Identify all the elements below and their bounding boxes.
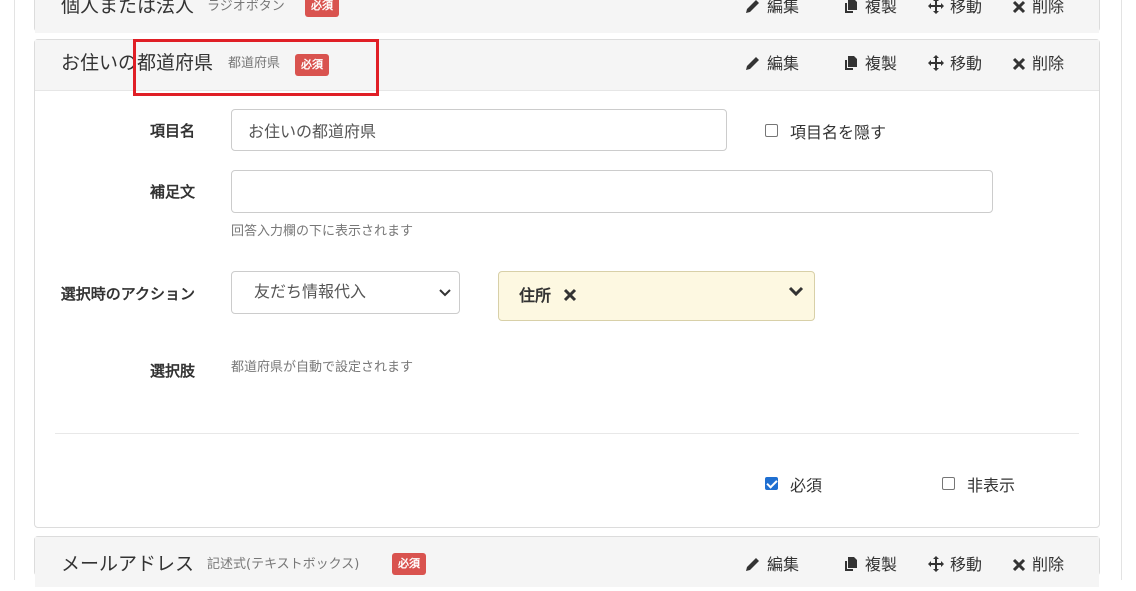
- action-label: 選択時のアクション: [60, 285, 195, 303]
- delete-button[interactable]: 削除: [1012, 40, 1064, 90]
- next-item-header: メールアドレス 記述式(テキストボックス) 必須 編集 複製 移動 削除: [35, 537, 1099, 587]
- duplicate-button[interactable]: 複製: [843, 40, 897, 90]
- hide-name-label: 項目名を隠す: [790, 123, 887, 142]
- close-icon: [1012, 558, 1026, 572]
- move-icon: [928, 556, 944, 572]
- prev-item-header: 個人または法人 ラジオボタン 必須 編集 複製 移動 削除: [35, 0, 1099, 33]
- pencil-icon: [746, 0, 759, 13]
- action-target-select[interactable]: 住所: [498, 271, 815, 321]
- chevron-down-icon: [788, 286, 804, 296]
- choices-label: 選択肢: [149, 362, 195, 380]
- next-item-required-badge: 必須: [392, 553, 426, 575]
- hidden-label: 非表示: [967, 476, 1016, 495]
- hidden-checkbox[interactable]: [942, 477, 955, 490]
- move-button[interactable]: 移動: [928, 40, 982, 90]
- chevron-down-icon: [439, 289, 451, 297]
- item-name-input[interactable]: [231, 109, 727, 151]
- form-divider: [55, 433, 1079, 434]
- prev-item-title: 個人または法人: [61, 0, 195, 17]
- prev-item-type: ラジオボタン: [207, 0, 285, 14]
- action-target-tag-label: 住所: [519, 286, 552, 305]
- highlight-box: [133, 39, 379, 96]
- next-item-panel: メールアドレス 記述式(テキストボックス) 必須 編集 複製 移動 削除: [34, 536, 1100, 587]
- item-name-label: 項目名: [149, 122, 195, 140]
- action-target-tag: 住所: [519, 272, 577, 320]
- prev-duplicate-button[interactable]: 複製: [843, 0, 897, 33]
- action-select[interactable]: 友だち情報代入: [231, 271, 460, 314]
- next-edit-button[interactable]: 編集: [745, 541, 799, 591]
- prev-move-button[interactable]: 移動: [928, 0, 982, 33]
- item-panel: お住いの都道府県 都道府県 必須 編集 複製 移動 削除 項目名 項目名を隠す …: [34, 39, 1100, 528]
- edit-button[interactable]: 編集: [745, 40, 799, 90]
- next-duplicate-button[interactable]: 複製: [843, 541, 897, 591]
- copy-icon: [845, 0, 857, 13]
- copy-icon: [845, 557, 857, 571]
- close-icon[interactable]: [563, 288, 577, 302]
- choices-help: 都道府県が自動で設定されます: [231, 360, 414, 375]
- prev-edit-button[interactable]: 編集: [745, 0, 799, 33]
- next-item-type: 記述式(テキストボックス): [207, 557, 360, 572]
- close-icon: [1012, 57, 1026, 71]
- close-icon: [1012, 0, 1026, 14]
- pencil-icon: [746, 558, 759, 571]
- prev-item-required-badge: 必須: [305, 0, 339, 17]
- move-icon: [928, 55, 944, 71]
- move-icon: [928, 0, 944, 14]
- required-label: 必須: [790, 476, 823, 495]
- next-move-button[interactable]: 移動: [928, 541, 982, 591]
- prev-item-panel: 個人または法人 ラジオボタン 必須 編集 複製 移動 削除: [34, 0, 1100, 33]
- note-help: 回答入力欄の下に表示されます: [231, 224, 414, 239]
- pencil-icon: [746, 57, 759, 70]
- note-label: 補足文: [149, 183, 195, 201]
- copy-icon: [845, 56, 857, 70]
- next-delete-button[interactable]: 削除: [1012, 541, 1064, 591]
- note-input[interactable]: [231, 170, 993, 213]
- next-item-title: メールアドレス: [61, 553, 195, 575]
- required-checkbox[interactable]: [765, 477, 778, 490]
- action-select-value: 友だち情報代入: [254, 282, 367, 301]
- hide-name-checkbox[interactable]: [765, 124, 778, 137]
- prev-delete-button[interactable]: 削除: [1012, 0, 1064, 33]
